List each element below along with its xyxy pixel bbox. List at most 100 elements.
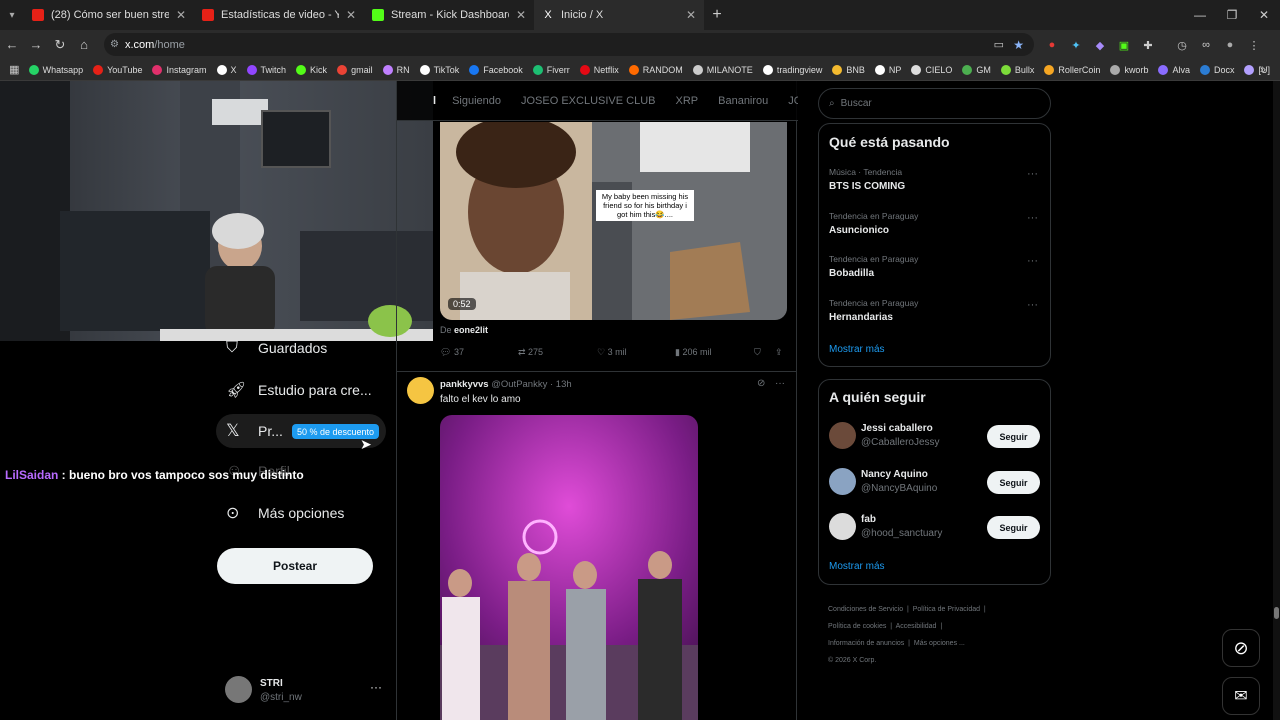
- more-icon[interactable]: ···: [775, 378, 785, 389]
- bookmark-item[interactable]: Netflix: [579, 64, 619, 75]
- trend-item[interactable]: Música · Tendencia BTS IS COMING ···: [819, 164, 1050, 208]
- maximize-icon[interactable]: ❐: [1216, 0, 1248, 30]
- bookmark-item[interactable]: tradingview: [762, 64, 822, 75]
- author-handle[interactable]: @OutPankky: [491, 379, 547, 390]
- more-icon[interactable]: ···: [1027, 168, 1038, 180]
- bookmark-item[interactable]: YouTube: [93, 64, 142, 75]
- follow-button[interactable]: Seguir: [987, 516, 1040, 539]
- close-tab-icon[interactable]: ✕: [516, 8, 526, 22]
- trend-item[interactable]: Tendencia en Paraguay Bobadilla ···: [819, 251, 1050, 295]
- browser-tab[interactable]: (28) Cómo ser buen streamer e ✕: [24, 0, 194, 30]
- follow-button[interactable]: Seguir: [987, 471, 1040, 494]
- address-bar[interactable]: ⚙ x.com/home ▭ ★: [104, 33, 1034, 56]
- trend-item[interactable]: Tendencia en Paraguay Asuncionico ···: [819, 208, 1050, 252]
- repost-button[interactable]: ⇄ 275: [518, 347, 543, 358]
- bookmark-item[interactable]: X: [216, 64, 237, 75]
- tab-jos[interactable]: JOS: [788, 95, 798, 107]
- post-button[interactable]: Postear: [217, 548, 373, 584]
- reply-button[interactable]: 💬︎ 37: [440, 347, 464, 358]
- follow-button[interactable]: Seguir: [987, 425, 1040, 448]
- video-player[interactable]: My baby been missing his friend so for h…: [440, 122, 787, 320]
- tab-current-edge[interactable]: l: [433, 95, 436, 107]
- site-info-icon[interactable]: ⚙: [110, 39, 119, 50]
- forward-icon[interactable]: →: [24, 33, 48, 57]
- avatar[interactable]: [407, 377, 434, 404]
- star-icon[interactable]: ★: [1013, 38, 1024, 52]
- bookmark-item[interactable]: RANDOM: [628, 64, 683, 75]
- history-icon[interactable]: ◷: [1170, 35, 1194, 55]
- puzzle-icon[interactable]: ✚: [1136, 35, 1160, 55]
- follow-suggestion[interactable]: fab @hood_sanctuary Seguir: [819, 509, 1050, 553]
- bookmark-item[interactable]: Alva: [1158, 64, 1190, 75]
- browser-tab-active[interactable]: X Inicio / X ✕: [534, 0, 704, 30]
- show-more-link[interactable]: Mostrar más: [829, 344, 885, 355]
- more-icon[interactable]: ···: [1027, 212, 1038, 224]
- scrollbar[interactable]: [1273, 81, 1280, 720]
- bookmark-post-icon[interactable]: ⛉: [754, 347, 761, 358]
- profile-avatar-icon[interactable]: ●: [1218, 35, 1242, 55]
- minimize-icon[interactable]: —: [1184, 0, 1216, 30]
- back-icon[interactable]: ←: [0, 33, 24, 57]
- bookmark-item[interactable]: MILANOTE: [692, 64, 753, 75]
- sidebar-item-more-options[interactable]: ⊙ Más opciones: [226, 503, 344, 523]
- views-button[interactable]: ▮ 206 mil: [675, 347, 711, 358]
- new-tab-button[interactable]: +: [704, 2, 730, 28]
- close-window-icon[interactable]: ✕: [1248, 0, 1280, 30]
- bookmark-item[interactable]: Docx: [1199, 64, 1234, 75]
- bookmark-item[interactable]: gmail: [337, 64, 373, 75]
- browser-tab[interactable]: Estadísticas de video - YouTube ✕: [194, 0, 364, 30]
- footer-link[interactable]: Política de cookies: [828, 623, 886, 630]
- bookmark-item[interactable]: GM: [962, 64, 991, 75]
- more-bookmarks-icon[interactable]: »: [1260, 64, 1266, 76]
- footer-link[interactable]: Información de anuncios: [828, 640, 904, 647]
- green-extension-icon[interactable]: ▣: [1112, 35, 1136, 55]
- more-icon[interactable]: ···: [370, 680, 382, 694]
- tab-search-icon[interactable]: ▾: [0, 0, 24, 30]
- tab-following[interactable]: Siguiendo: [452, 95, 501, 107]
- bookmark-item[interactable]: RN: [382, 64, 410, 75]
- close-tab-icon[interactable]: ✕: [176, 8, 186, 22]
- footer-link[interactable]: Política de Privacidad: [913, 606, 980, 613]
- browser-tab[interactable]: Stream - Kick Dashboard ✕: [364, 0, 534, 30]
- footer-link[interactable]: Accesibilidad: [896, 623, 937, 630]
- bookmark-item[interactable]: [U]: [1244, 64, 1270, 75]
- account-switcher[interactable]: STRI @stri_nw ···: [225, 676, 395, 710]
- search-input[interactable]: ⌕ Buscar: [818, 88, 1051, 119]
- footer-link[interactable]: Condiciones de Servicio: [828, 606, 903, 613]
- bookmark-item[interactable]: Instagram: [152, 64, 207, 75]
- bookmark-item[interactable]: RollerCoin: [1044, 64, 1100, 75]
- more-icon[interactable]: ···: [1027, 255, 1038, 267]
- apps-grid-icon[interactable]: ▦: [0, 63, 29, 76]
- grok-icon[interactable]: ⊘: [757, 378, 765, 389]
- bookmark-item[interactable]: NP: [874, 64, 901, 75]
- more-icon[interactable]: ···: [1027, 299, 1038, 311]
- follow-suggestion[interactable]: Nancy Aquino @NancyBAquino Seguir: [819, 464, 1050, 508]
- bookmark-item[interactable]: kworb: [1110, 64, 1148, 75]
- messages-button[interactable]: ✉: [1222, 677, 1260, 715]
- like-button[interactable]: ♡ 3 mil: [597, 347, 627, 358]
- show-more-link[interactable]: Mostrar más: [829, 561, 885, 572]
- bookmark-item[interactable]: Twitch: [246, 64, 286, 75]
- post-time[interactable]: · 13h: [550, 379, 572, 390]
- record-extension-icon[interactable]: ●: [1040, 35, 1064, 55]
- footer-link[interactable]: Más opciones ...: [914, 640, 965, 647]
- bookmark-item[interactable]: Fiverr: [532, 64, 570, 75]
- share-icon[interactable]: ⇪: [775, 347, 783, 358]
- scrollbar-thumb[interactable]: [1274, 607, 1279, 619]
- trend-item[interactable]: Tendencia en Paraguay Hernandarias ···: [819, 295, 1050, 339]
- author-name[interactable]: pankkyvvs: [440, 379, 489, 390]
- translate-extension-icon[interactable]: ✦: [1064, 35, 1088, 55]
- tab-xrp[interactable]: XRP: [676, 95, 699, 107]
- bookmark-item[interactable]: TikTok: [419, 64, 459, 75]
- menu-kebab-icon[interactable]: ⋮: [1242, 35, 1266, 55]
- close-tab-icon[interactable]: ✕: [686, 8, 696, 22]
- purple-extension-icon[interactable]: ◆: [1088, 35, 1112, 55]
- bookmark-item[interactable]: BNB: [832, 64, 865, 75]
- source-user[interactable]: eone2lit: [454, 325, 488, 335]
- bookmark-item[interactable]: Whatsapp: [28, 64, 83, 75]
- tab-bananirou[interactable]: Bananirou: [718, 95, 768, 107]
- sidebar-item-bookmarks[interactable]: ⛉ Guardados: [226, 339, 327, 357]
- link-icon[interactable]: ∞: [1194, 35, 1218, 55]
- bookmark-item[interactable]: Bullx: [1000, 64, 1034, 75]
- tab-joseo[interactable]: JOSEO EXCLUSIVE CLUB: [521, 95, 656, 107]
